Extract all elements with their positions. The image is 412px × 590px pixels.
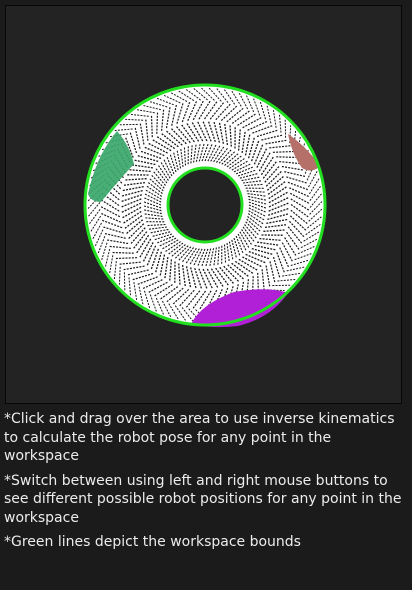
workspace-plot[interactable]	[6, 6, 401, 403]
instruction-inverse-kinematics: *Click and drag over the area to use inv…	[4, 411, 395, 464]
inner-workspace-bound	[166, 166, 244, 244]
workspace-canvas[interactable]	[5, 5, 402, 404]
instructions-panel: *Click and drag over the area to use inv…	[4, 410, 408, 558]
instruction-mouse-buttons: *Switch between using left and right mou…	[4, 472, 402, 526]
instruction-green-lines: *Green lines depict the workspace bounds	[4, 534, 301, 550]
